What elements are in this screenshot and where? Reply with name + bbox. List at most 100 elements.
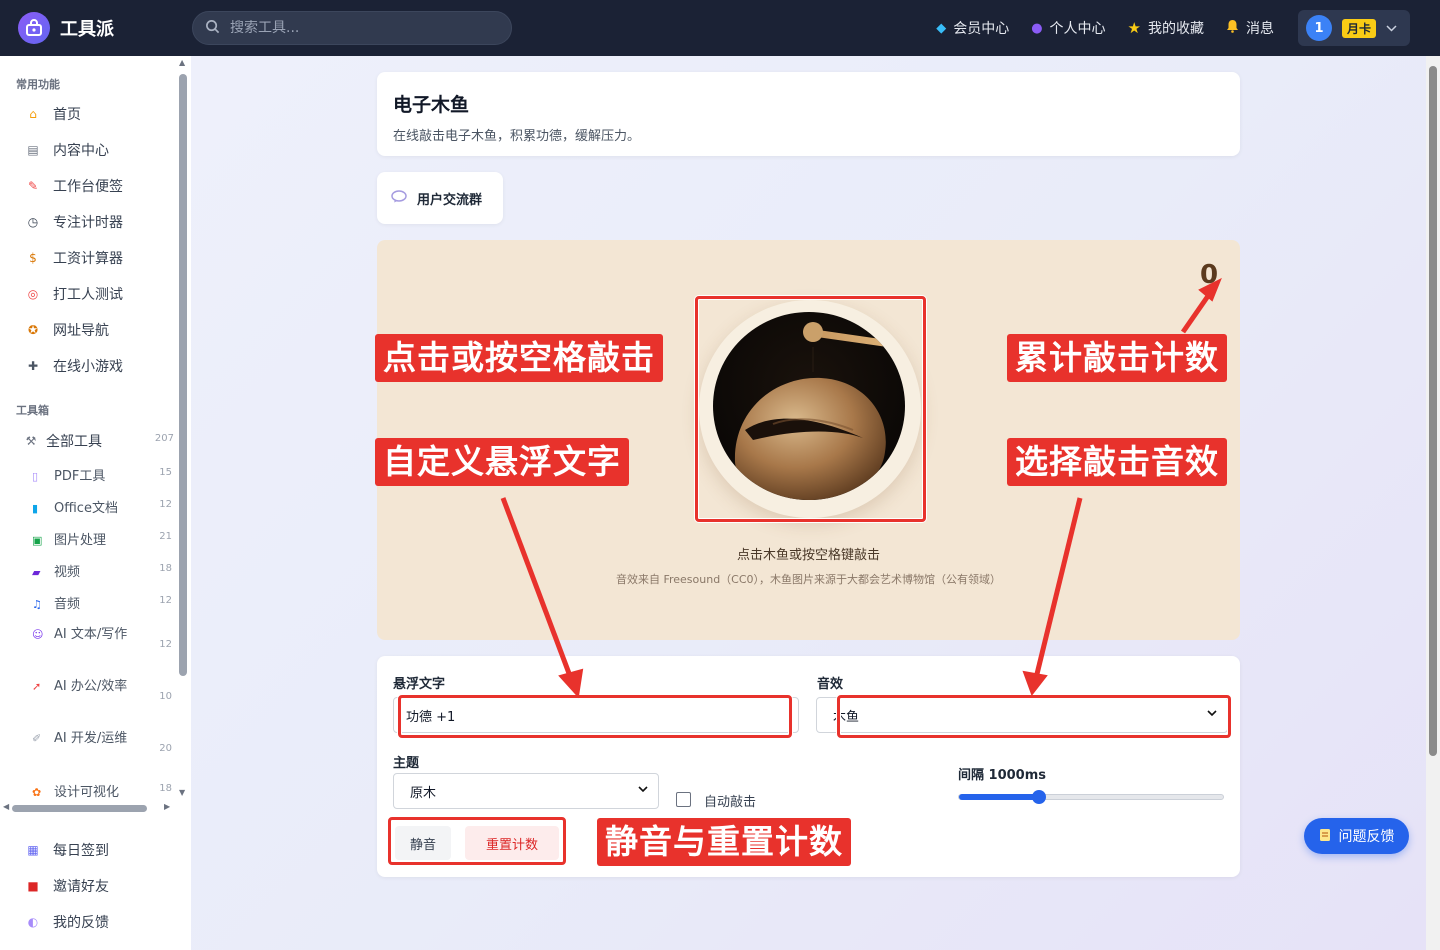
chat-bubble-icon (391, 189, 407, 207)
user-menu[interactable]: 1 月卡 (1298, 10, 1410, 46)
section-title-common: 常用功能 (16, 78, 60, 91)
sidebar-item-my-feedback[interactable]: ◐ 我的反馈 (24, 912, 109, 932)
tool-count: 18 (159, 563, 172, 574)
newspaper-icon: ▤ (27, 143, 39, 157)
wrench-icon: ✐ (32, 732, 42, 745)
diamond-icon: ◆ (936, 20, 947, 36)
sidebar-tool-ai-writing[interactable]: ☺ AI 文本/写作 12 (32, 625, 172, 650)
sidebar-item-worker-test[interactable]: ◎ 打工人测试 (24, 284, 174, 304)
sidebar-tool-ai-dev[interactable]: ✐ AI 开发/运维 20 (32, 729, 172, 754)
app-logo[interactable]: 工具派 (18, 12, 114, 44)
sidebar-horizontal-scrollbar[interactable]: ◀ ▶ (0, 801, 176, 815)
page-title: 电子木鱼 (393, 94, 470, 116)
highlight-woodfish (695, 296, 926, 522)
search-icon (205, 19, 220, 38)
memo-icon: ✎ (27, 179, 39, 193)
hammer-icon: ⚒ (25, 434, 37, 448)
sidebar-item-all-tools[interactable]: ⚒ 全部工具 207 (22, 431, 174, 451)
highlight-float-text (398, 695, 792, 738)
chevron-down-icon (1386, 21, 1397, 35)
search-input[interactable] (230, 20, 490, 36)
search-box[interactable] (192, 11, 512, 45)
top-nav: ◆ 会员中心 ● 个人中心 ★ 我的收藏 消息 1 月卡 (914, 10, 1410, 46)
money-bag-icon: $ (29, 251, 37, 265)
page-subtitle: 在线敲击电子木鱼，积累功德，缓解压力。 (393, 129, 641, 144)
slider-thumb[interactable] (1031, 790, 1046, 804)
scroll-left-icon[interactable]: ◀ (3, 802, 9, 811)
sidebar-tool-video[interactable]: ▰ 视频 18 (32, 561, 172, 580)
sidebar-vertical-scrollbar[interactable]: ▲ ▼ (178, 58, 188, 797)
tool-count: 15 (159, 467, 172, 478)
memo-icon (1319, 828, 1331, 845)
scroll-thumb[interactable] (179, 74, 187, 676)
nav-profile[interactable]: ● 个人中心 (1031, 18, 1105, 38)
scroll-thumb[interactable] (12, 805, 147, 812)
sidebar-tool-audio[interactable]: ♫ 音频 12 (32, 593, 172, 612)
feedback-button[interactable]: 问题反馈 (1304, 818, 1409, 854)
calendar-icon: ▦ (27, 843, 39, 857)
target-icon: ◎ (27, 287, 39, 301)
sidebar-item-checkin[interactable]: ▦ 每日签到 (24, 840, 109, 860)
scroll-right-icon[interactable]: ▶ (164, 802, 170, 811)
tool-count: 12 (159, 639, 172, 650)
speech-bubble-icon: ◐ (27, 915, 39, 929)
star-icon: ★ (1127, 19, 1141, 37)
user-icon: ● (1031, 20, 1043, 36)
sidebar-item-memo[interactable]: ✎ 工作台便签 (24, 176, 174, 196)
tool-count: 12 (159, 499, 172, 510)
sidebar-tool-office[interactable]: ▮ Office文档 12 (32, 497, 172, 516)
page-header-card: 电子木鱼 在线敲击电子木鱼，积累功德，缓解压力。 (377, 72, 1240, 156)
page-scrollbar[interactable] (1426, 56, 1440, 950)
tool-count: 18 (159, 783, 172, 794)
theme-select[interactable]: 原木 (393, 773, 659, 809)
float-text-label: 悬浮文字 (393, 677, 446, 692)
toolbox-icon (18, 12, 50, 44)
sidebar-item-home[interactable]: ⌂ 首页 (24, 104, 174, 124)
interval-slider[interactable] (958, 790, 1224, 804)
interval-label: 间隔 1000ms (958, 768, 1046, 783)
nav-member-center[interactable]: ◆ 会员中心 (936, 18, 1009, 38)
membership-badge: 月卡 (1342, 18, 1377, 38)
sidebar-item-invite[interactable]: ■ 邀请好友 (24, 876, 109, 896)
nav-favorites[interactable]: ★ 我的收藏 (1128, 18, 1204, 38)
tool-count: 207 (154, 433, 174, 444)
sidebar-item-content[interactable]: ▤ 内容中心 (24, 140, 174, 160)
document-icon: ▯ (32, 470, 39, 483)
gift-icon: ■ (27, 879, 39, 893)
sidebar-tool-ai-office[interactable]: ➚ AI 办公/效率 10 (32, 677, 172, 702)
sidebar-scroll-area[interactable]: 常用功能 ⌂ 首页 ▤ 内容中心 ✎ 工作台便签 ◷ 专注计时器 $ 工资计算器 ◎ 打工人… (0, 56, 176, 801)
annotation-count: 累计敲击计数 (1007, 334, 1227, 382)
robot-icon: ☺ (32, 628, 44, 641)
sidebar-tool-design[interactable]: ✿ 设计可视化 18 (32, 781, 172, 800)
user-group-button[interactable]: 用户交流群 (377, 172, 503, 224)
scroll-up-icon[interactable]: ▲ (179, 58, 185, 67)
sidebar-item-games[interactable]: ✚ 在线小游戏 (24, 356, 174, 376)
scroll-thumb[interactable] (1429, 66, 1437, 756)
auto-tap-checkbox[interactable] (676, 792, 691, 807)
bell-icon (1226, 19, 1239, 37)
annotation-mute-reset: 静音与重置计数 (597, 818, 851, 866)
avatar: 1 (1306, 15, 1332, 41)
chevron-down-icon (638, 783, 648, 796)
stage-hint: 点击木鱼或按空格键敲击 (736, 548, 880, 563)
gamepad-icon: ✚ (27, 359, 39, 373)
sidebar-tool-image[interactable]: ▣ 图片处理 21 (32, 529, 172, 548)
book-icon: ▮ (32, 502, 39, 515)
clapper-icon: ▰ (32, 566, 41, 579)
sidebar-tool-pdf[interactable]: ▯ PDF工具 15 (32, 465, 172, 484)
sidebar-item-salary[interactable]: $ 工资计算器 (24, 248, 174, 268)
picture-icon: ▣ (32, 534, 43, 547)
sidebar-item-url-nav[interactable]: ✪ 网址导航 (24, 320, 174, 340)
sidebar-item-timer[interactable]: ◷ 专注计时器 (24, 212, 174, 232)
rocket-icon: ➚ (32, 680, 42, 693)
hit-counter: 0 (1200, 260, 1219, 290)
scroll-down-icon[interactable]: ▼ (179, 788, 185, 797)
annotation-float-text: 自定义悬浮文字 (375, 438, 629, 486)
auto-tap-label: 自动敲击 (704, 795, 757, 810)
tool-count: 20 (159, 743, 172, 754)
nav-messages[interactable]: 消息 (1226, 18, 1274, 38)
theme-label: 主题 (393, 756, 420, 771)
sidebar: 常用功能 ⌂ 首页 ▤ 内容中心 ✎ 工作台便签 ◷ 专注计时器 $ 工资计算器 ◎ 打工人… (0, 56, 191, 950)
stopwatch-icon: ◷ (27, 215, 39, 229)
annotation-tap: 点击或按空格敲击 (375, 334, 663, 382)
